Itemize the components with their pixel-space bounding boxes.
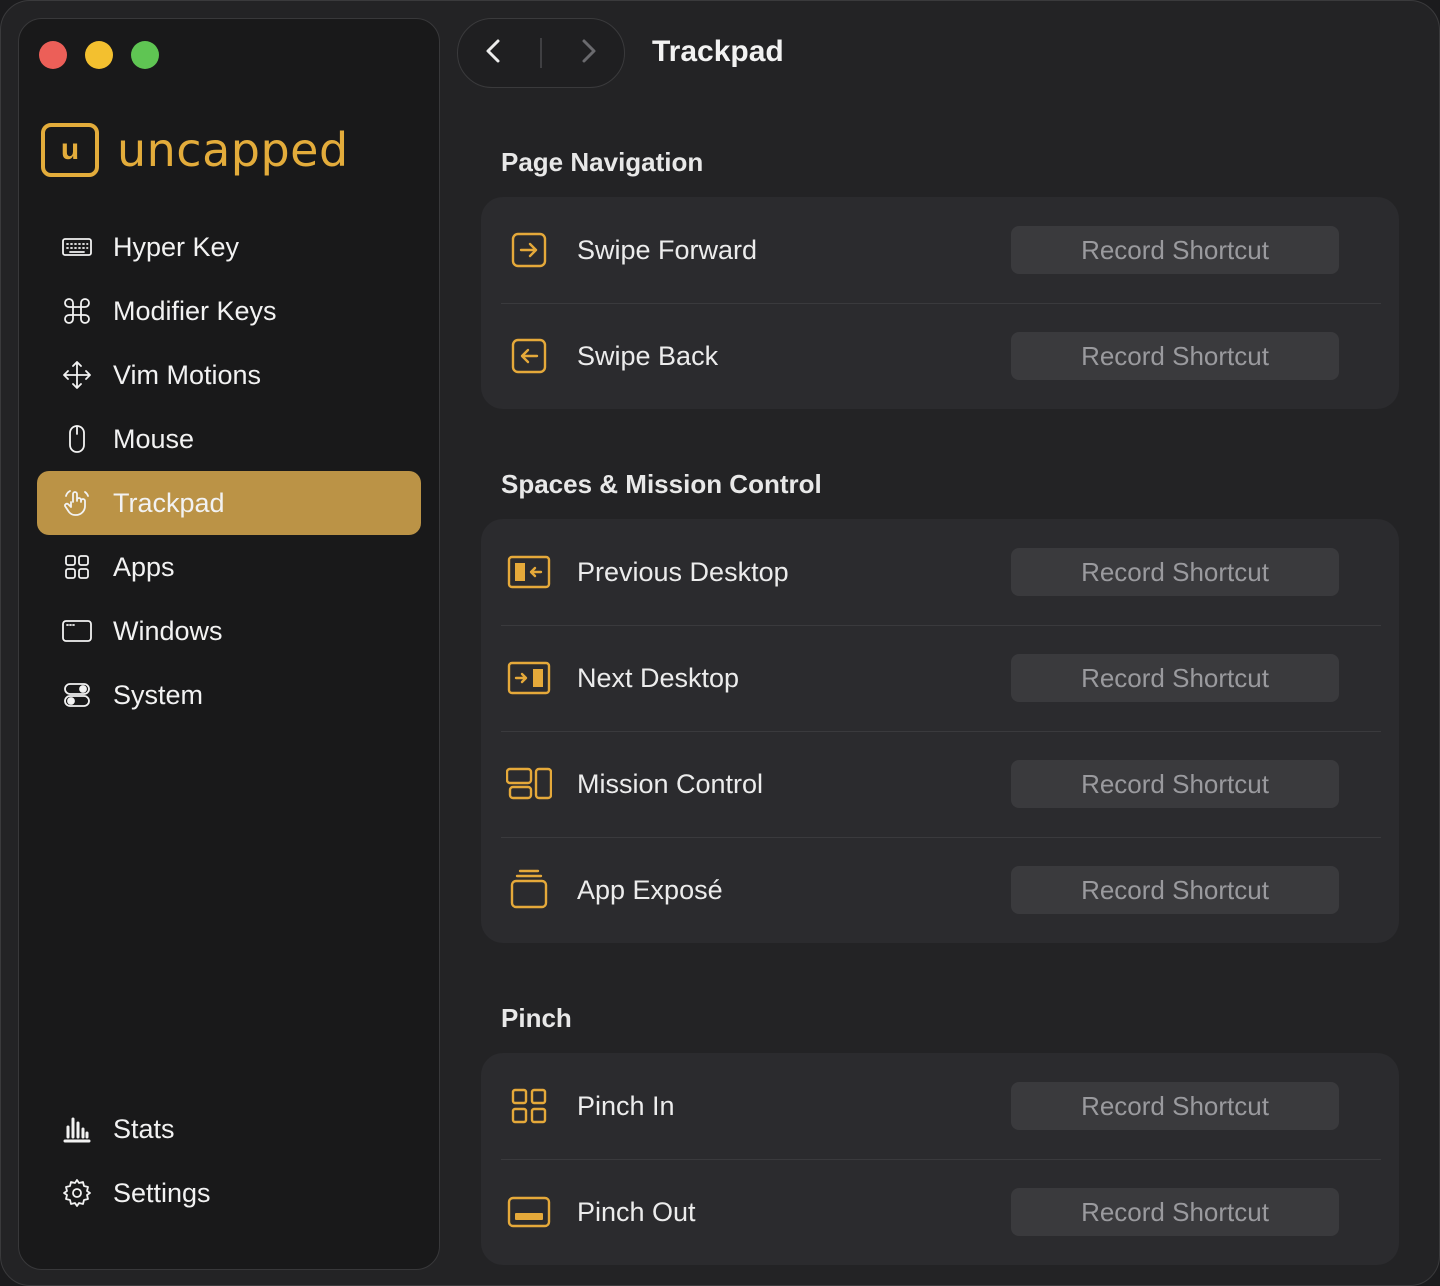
setting-row: Mission Control Record Shortcut [481, 731, 1399, 837]
forward-button[interactable] [574, 37, 602, 70]
mouse-icon [59, 421, 95, 457]
previous-desktop-icon [505, 548, 553, 596]
arrow-right-box-icon [505, 226, 553, 274]
record-shortcut-button[interactable]: Record Shortcut [1011, 332, 1339, 380]
setting-row: Swipe Back Record Shortcut [481, 303, 1399, 409]
brand: u uncapped [41, 123, 349, 177]
setting-row: Pinch In Record Shortcut [481, 1053, 1399, 1159]
chevron-right-icon [582, 39, 596, 62]
sidebar-item-system[interactable]: System [37, 663, 421, 727]
record-shortcut-button[interactable]: Record Shortcut [1011, 1082, 1339, 1130]
sidebar: u uncapped Hyper Key Modifier Keys Vim M… [18, 18, 440, 1270]
row-label: Swipe Back [577, 340, 719, 371]
row-label: Previous Desktop [577, 556, 789, 587]
chevron-left-icon [486, 39, 500, 62]
row-label: Pinch In [577, 1090, 675, 1121]
nav-divider [540, 38, 542, 68]
row-label: Pinch Out [577, 1196, 696, 1227]
back-button[interactable] [480, 37, 508, 70]
move-arrows-icon [59, 357, 95, 393]
pinch-in-grid-icon [505, 1082, 553, 1130]
arrow-left-box-icon [505, 332, 553, 380]
mission-control-icon [505, 760, 553, 808]
setting-row: Previous Desktop Record Shortcut [481, 519, 1399, 625]
row-label: Swipe Forward [577, 234, 758, 265]
grid-icon [59, 549, 95, 585]
sidebar-item-modifier-keys[interactable]: Modifier Keys [37, 279, 421, 343]
sidebar-item-mouse[interactable]: Mouse [37, 407, 421, 471]
row-label: App Exposé [577, 874, 723, 905]
card-pinch: Pinch In Record Shortcut Pinch Out Recor… [481, 1053, 1399, 1265]
app-window: u uncapped Hyper Key Modifier Keys Vim M… [0, 0, 1440, 1286]
zoom-window-button[interactable] [131, 41, 159, 69]
section-title-page-navigation: Page Navigation [501, 147, 704, 177]
next-desktop-icon [505, 654, 553, 702]
command-icon [59, 293, 95, 329]
app-logo-icon: u [41, 123, 99, 177]
app-expose-icon [505, 866, 553, 914]
section-title-spaces-mission-control: Spaces & Mission Control [501, 469, 822, 499]
sidebar-item-apps[interactable]: Apps [37, 535, 421, 599]
minimize-window-button[interactable] [85, 41, 113, 69]
row-label: Next Desktop [577, 662, 740, 693]
close-window-button[interactable] [39, 41, 67, 69]
record-shortcut-button[interactable]: Record Shortcut [1011, 548, 1339, 596]
sidebar-item-windows[interactable]: Windows [37, 599, 421, 663]
setting-row: Pinch Out Record Shortcut [481, 1159, 1399, 1265]
sidebar-item-trackpad[interactable]: Trackpad [37, 471, 421, 535]
setting-row: Next Desktop Record Shortcut [481, 625, 1399, 731]
window-icon [59, 613, 95, 649]
toggles-icon [59, 677, 95, 713]
window-controls [39, 41, 159, 69]
sidebar-item-settings[interactable]: Settings [37, 1161, 421, 1225]
record-shortcut-button[interactable]: Record Shortcut [1011, 1188, 1339, 1236]
sidebar-nav: Hyper Key Modifier Keys Vim Motions Mous… [37, 215, 421, 727]
sidebar-item-hyper-key[interactable]: Hyper Key [37, 215, 421, 279]
section-title-pinch: Pinch [501, 1003, 572, 1033]
pinch-out-screen-icon [505, 1188, 553, 1236]
setting-row: App Exposé Record Shortcut [481, 837, 1399, 943]
page-title: Trackpad [652, 35, 784, 68]
record-shortcut-button[interactable]: Record Shortcut [1011, 760, 1339, 808]
sidebar-item-vim-motions[interactable]: Vim Motions [37, 343, 421, 407]
keyboard-icon [59, 229, 95, 265]
setting-row: Swipe Forward Record Shortcut [481, 197, 1399, 303]
hand-pointer-icon [59, 485, 95, 521]
record-shortcut-button[interactable]: Record Shortcut [1011, 866, 1339, 914]
record-shortcut-button[interactable]: Record Shortcut [1011, 226, 1339, 274]
gear-icon [59, 1175, 95, 1211]
history-nav [457, 18, 625, 88]
sidebar-bottom-nav: Stats Settings [37, 1097, 421, 1225]
sidebar-item-stats[interactable]: Stats [37, 1097, 421, 1161]
bar-chart-icon [59, 1111, 95, 1147]
row-label: Mission Control [577, 768, 764, 799]
card-page-navigation: Swipe Forward Record Shortcut Swipe Back… [481, 197, 1399, 409]
app-name: uncapped [117, 123, 349, 177]
card-spaces-mission-control: Previous Desktop Record Shortcut Next De… [481, 519, 1399, 943]
record-shortcut-button[interactable]: Record Shortcut [1011, 654, 1339, 702]
